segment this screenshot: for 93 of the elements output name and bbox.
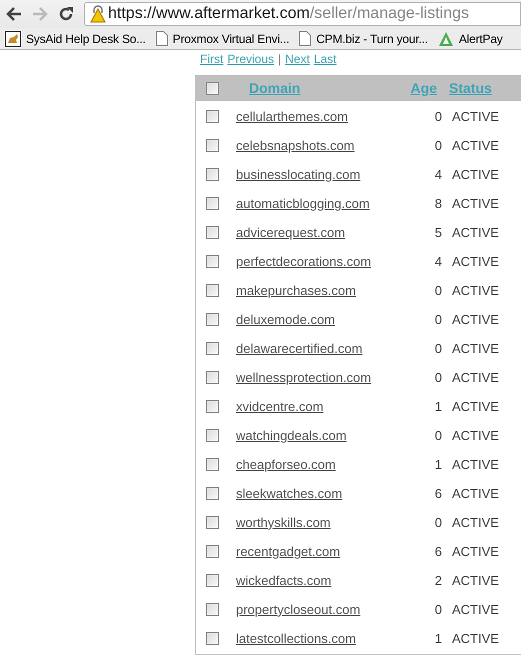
age-cell-text: 4 bbox=[434, 166, 442, 184]
status-cell-text: ACTIVE bbox=[452, 368, 499, 387]
status-cell-text: ACTIVE bbox=[452, 572, 499, 590]
page-icon bbox=[299, 31, 312, 46]
domain-link[interactable]: wellnessprotection.com bbox=[236, 368, 430, 388]
status-cell-text: ACTIVE bbox=[452, 282, 499, 300]
triangle-logo-icon bbox=[438, 30, 454, 46]
bookmark[interactable]: AlertPay bbox=[438, 30, 503, 48]
domain-link[interactable]: watchingdeals.com bbox=[236, 426, 430, 446]
age-cell-text: 4 bbox=[434, 252, 442, 271]
checkbox[interactable] bbox=[206, 603, 219, 616]
age-cell-text: 2 bbox=[434, 572, 442, 590]
bookmark[interactable]: Proxmox Virtual Envi... bbox=[156, 30, 290, 48]
status-cell-text: ACTIVE bbox=[452, 194, 499, 213]
domain-link[interactable]: perfectdecorations.com bbox=[236, 252, 430, 272]
status-cell-text: ACTIVE bbox=[452, 484, 499, 503]
checkbox[interactable] bbox=[206, 429, 219, 442]
checkbox[interactable] bbox=[206, 400, 219, 413]
status-cell-text: ACTIVE bbox=[452, 630, 499, 648]
checkbox[interactable] bbox=[206, 284, 219, 297]
domain-link[interactable]: advicerequest.com bbox=[236, 222, 430, 242]
separator-text: | bbox=[278, 51, 282, 68]
domain-link[interactable]: cellularthemes.com bbox=[236, 106, 430, 126]
checkbox[interactable] bbox=[206, 342, 219, 355]
status-cell-text: ACTIVE bbox=[452, 514, 499, 532]
status-cell-text: ACTIVE bbox=[452, 136, 499, 155]
lock-warning-icon bbox=[90, 5, 106, 23]
checkbox[interactable] bbox=[206, 255, 219, 268]
back-icon[interactable] bbox=[6, 7, 22, 21]
age-cell-text: 0 bbox=[434, 600, 442, 619]
checkbox[interactable] bbox=[206, 110, 219, 123]
domain-link[interactable]: sleekwatches.com bbox=[236, 484, 430, 504]
domain-link[interactable]: worthyskills.com bbox=[236, 512, 430, 532]
checkbox[interactable] bbox=[206, 371, 219, 384]
domain-link[interactable]: propertycloseout.com bbox=[236, 600, 430, 620]
age-cell-text: 0 bbox=[434, 136, 442, 155]
age-cell-text: 0 bbox=[434, 282, 442, 300]
age-cell-text: 0 bbox=[434, 340, 442, 358]
checkbox[interactable] bbox=[206, 487, 219, 500]
page-icon bbox=[156, 31, 168, 46]
checkbox[interactable] bbox=[206, 545, 219, 558]
url-host: https://www.aftermarket.com bbox=[108, 4, 310, 24]
checkbox[interactable] bbox=[206, 574, 219, 587]
checkbox[interactable] bbox=[206, 516, 219, 529]
address-bar[interactable]: https://www.aftermarket.com/seller/manage-listings bbox=[84, 2, 521, 26]
age-cell-text: 1 bbox=[434, 456, 442, 474]
status-cell-text: ACTIVE bbox=[452, 224, 499, 242]
age-cell-text: 0 bbox=[434, 426, 442, 445]
checkbox[interactable] bbox=[206, 82, 219, 94]
age-cell-text: 8 bbox=[434, 194, 442, 213]
domain-link[interactable]: delawarecertified.com bbox=[236, 338, 430, 358]
status-cell-text: ACTIVE bbox=[452, 252, 499, 271]
age-cell-text: 0 bbox=[434, 514, 442, 532]
domain-link[interactable]: recentgadget.com bbox=[236, 542, 430, 562]
reload-icon[interactable] bbox=[58, 6, 74, 22]
domain-link[interactable]: makepurchases.com bbox=[236, 280, 430, 300]
status-cell-text: ACTIVE bbox=[452, 398, 499, 416]
domain-link[interactable]: businesslocating.com bbox=[236, 164, 430, 184]
status-cell-text: ACTIVE bbox=[452, 542, 499, 561]
domain-link[interactable]: latestcollections.com bbox=[236, 628, 430, 648]
age-cell-text: 0 bbox=[434, 310, 442, 329]
status-cell-text: ACTIVE bbox=[452, 166, 499, 184]
checkbox[interactable] bbox=[206, 226, 219, 239]
status-cell-text: ACTIVE bbox=[452, 310, 499, 329]
checkbox[interactable] bbox=[206, 632, 219, 645]
status-cell-text: ACTIVE bbox=[452, 456, 499, 474]
status-cell-text: ACTIVE bbox=[452, 600, 499, 619]
cat-icon bbox=[5, 30, 21, 46]
checkbox[interactable] bbox=[206, 168, 219, 181]
bookmark[interactable]: CPM.biz - Turn your... bbox=[299, 30, 428, 48]
age-cell-text: 6 bbox=[434, 542, 442, 561]
age-cell-text: 0 bbox=[434, 368, 442, 387]
status-cell-text: ACTIVE bbox=[452, 340, 499, 358]
checkbox[interactable] bbox=[206, 139, 219, 152]
url-path: /seller/manage-listings bbox=[310, 4, 470, 24]
domain-link[interactable]: wickedfacts.com bbox=[236, 570, 430, 590]
status-cell-text: ACTIVE bbox=[452, 108, 499, 126]
checkbox[interactable] bbox=[206, 197, 219, 210]
domain-link[interactable]: deluxemode.com bbox=[236, 310, 430, 330]
domain-link[interactable]: celebsnapshots.com bbox=[236, 136, 430, 156]
checkbox[interactable] bbox=[206, 458, 219, 471]
domain-link[interactable]: xvidcentre.com bbox=[236, 396, 430, 416]
status-cell-text: ACTIVE bbox=[452, 426, 499, 445]
age-cell-text: 5 bbox=[434, 224, 442, 242]
bookmark[interactable]: SysAid Help Desk So... bbox=[5, 30, 146, 48]
age-cell-text: 1 bbox=[434, 630, 442, 648]
age-cell-text: 6 bbox=[434, 484, 442, 503]
checkbox[interactable] bbox=[206, 313, 219, 326]
forward-icon[interactable] bbox=[32, 7, 48, 21]
age-cell-text: 0 bbox=[434, 108, 442, 126]
age-cell-text: 1 bbox=[434, 398, 442, 416]
domain-link[interactable]: automaticblogging.com bbox=[236, 194, 430, 214]
domain-link[interactable]: cheapforseo.com bbox=[236, 454, 430, 474]
